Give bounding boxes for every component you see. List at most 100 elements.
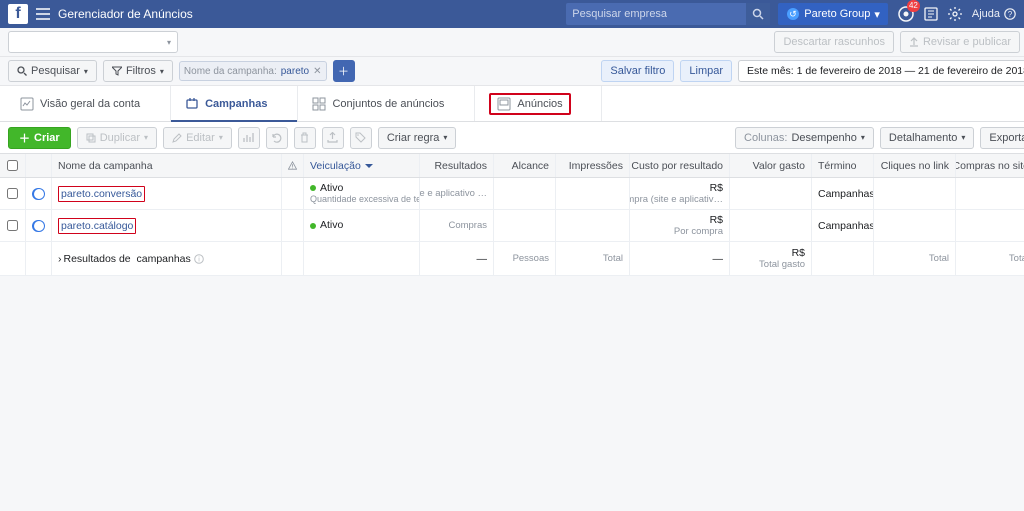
quick-help-icon[interactable] [924, 7, 938, 21]
row-toggle[interactable] [26, 178, 52, 209]
th-campaign-name[interactable]: Nome da campanha [52, 154, 282, 177]
clear-filter-button[interactable]: Limpar [680, 60, 732, 82]
tab-ads[interactable]: Anúncios [475, 86, 601, 121]
help-icon: ? [1004, 8, 1016, 20]
action-toolbar: ＋ Criar Duplicar▾ Editar▾ Criar regra▾ C… [0, 122, 1024, 154]
end-cell: Campanhas co… [812, 210, 874, 241]
facebook-logo[interactable]: f [8, 4, 28, 24]
chevron-down-icon: ▾ [167, 38, 171, 47]
th-end[interactable]: Término [812, 154, 874, 177]
th-amount-spent[interactable]: Valor gasto [730, 154, 812, 177]
stats-icon-button[interactable] [238, 127, 260, 149]
filter-bar: Pesquisar▾ Filtros▾ Nome da campanha: pa… [0, 56, 1024, 86]
campaign-name-cell[interactable]: pareto.catálogo [52, 210, 282, 241]
edit-button[interactable]: Editar▾ [163, 127, 232, 149]
footer-clicks: Total [874, 242, 956, 275]
account-bar: ▾ Descartar rascunhos Revisar e publicar [0, 28, 1024, 56]
th-delivery[interactable]: Veiculação [304, 154, 420, 177]
create-button[interactable]: ＋ Criar [8, 127, 71, 149]
cpr-cell: R$Por compra [630, 210, 730, 241]
th-checkbox[interactable] [0, 154, 26, 177]
tab-account-overview[interactable]: Visão geral da conta [6, 86, 171, 121]
settings-icon[interactable] [948, 7, 962, 21]
account-name: Pareto Group [804, 8, 870, 20]
tag-icon-button[interactable] [350, 127, 372, 149]
search-icon [17, 66, 27, 76]
impressions-cell [556, 210, 630, 241]
reach-cell [494, 178, 556, 209]
chart-icon [243, 132, 254, 143]
create-rule-button[interactable]: Criar regra▾ [378, 127, 457, 149]
search-button[interactable]: Pesquisar▾ [8, 60, 97, 82]
campaign-name-cell[interactable]: pareto.conversão [52, 178, 282, 209]
notifications-icon[interactable]: 42 [898, 6, 914, 22]
impressions-cell [556, 178, 630, 209]
footer-summary-label: › Resultados de campanhas i [52, 242, 282, 275]
th-reach[interactable]: Alcance [494, 154, 556, 177]
columns-selector[interactable]: Colunas: Desempenho▾ [735, 127, 874, 149]
spent-cell [730, 178, 812, 209]
results-cell: Compra (site e aplicativo … [420, 178, 494, 209]
filter-chip-campaign-name[interactable]: Nome da campanha: pareto ✕ [179, 61, 327, 81]
business-search-input[interactable] [566, 8, 746, 20]
th-toggle [26, 154, 52, 177]
chip-remove-icon[interactable]: ✕ [313, 66, 321, 77]
ad-account-dropdown[interactable]: ▾ [8, 31, 178, 53]
th-warning[interactable] [282, 154, 304, 177]
table-row: pareto.catálogo Ativo Compras R$Por comp… [0, 210, 1024, 242]
th-site-purchases[interactable]: Compras no site [956, 154, 1024, 177]
account-switcher[interactable]: ↺ Pareto Group ▾ [778, 3, 888, 25]
account-icon: ↺ [786, 7, 800, 21]
table-footer: › Resultados de campanhas i — Pessoas To… [0, 242, 1024, 276]
delivery-cell: Ativo [304, 210, 420, 241]
th-impressions[interactable]: Impressões [556, 154, 630, 177]
warning-icon [288, 160, 297, 171]
row-toggle[interactable] [26, 210, 52, 241]
reach-cell [494, 210, 556, 241]
filters-button[interactable]: Filtros▾ [103, 60, 173, 82]
table-body: pareto.conversão Ativo Quantidade excess… [0, 178, 1024, 276]
filter-icon [112, 66, 122, 76]
row-checkbox[interactable] [0, 210, 26, 241]
revert-icon-button[interactable] [266, 127, 288, 149]
svg-text:?: ? [1008, 10, 1013, 19]
chevron-down-icon: ▾ [874, 8, 880, 21]
app-title: Gerenciador de Anúncios [58, 7, 193, 21]
level-tabs: Visão geral da conta Campanhas Conjuntos… [0, 86, 1024, 122]
th-link-clicks[interactable]: Cliques no link [874, 154, 956, 177]
site-cell [956, 210, 1024, 241]
export-icon-button[interactable] [322, 127, 344, 149]
tab-campaigns[interactable]: Campanhas [171, 86, 298, 121]
table-row: pareto.conversão Ativo Quantidade excess… [0, 178, 1024, 210]
delete-icon-button[interactable] [294, 127, 316, 149]
row-checkbox[interactable] [0, 178, 26, 209]
save-filter-button[interactable]: Salvar filtro [601, 60, 674, 82]
duplicate-button[interactable]: Duplicar▾ [77, 127, 157, 149]
footer-impressions: Total [556, 242, 630, 275]
export-icon [327, 132, 338, 143]
menu-icon[interactable] [36, 8, 50, 20]
discard-drafts-button[interactable]: Descartar rascunhos [774, 31, 894, 53]
delivery-cell: Ativo Quantidade excessiva de texto na i… [304, 178, 420, 209]
spent-cell [730, 210, 812, 241]
add-filter-button[interactable]: ＋ [333, 60, 355, 82]
breakdown-selector[interactable]: Detalhamento▾ [880, 127, 975, 149]
footer-cpr: — [630, 242, 730, 275]
tab-adsets[interactable]: Conjuntos de anúncios [298, 86, 475, 121]
clicks-cell [874, 178, 956, 209]
export-selector[interactable]: Exportar▾ [980, 127, 1024, 149]
footer-site: Total [956, 242, 1024, 275]
tag-icon [355, 132, 366, 143]
business-search[interactable] [566, 3, 770, 25]
help-link[interactable]: Ajuda ? [972, 8, 1016, 20]
results-cell: Compras [420, 210, 494, 241]
footer-spent: R$Total gasto [730, 242, 812, 275]
revert-icon [271, 132, 282, 143]
duplicate-icon [86, 133, 96, 143]
search-icon[interactable] [746, 3, 770, 25]
date-range-picker[interactable]: Este mês: 1 de fevereiro de 2018 — 21 de… [738, 60, 1024, 82]
th-results[interactable]: Resultados [420, 154, 494, 177]
notif-badge: 42 [907, 0, 920, 12]
th-cost-per-result[interactable]: Custo por resultado [630, 154, 730, 177]
review-publish-button[interactable]: Revisar e publicar [900, 31, 1020, 53]
